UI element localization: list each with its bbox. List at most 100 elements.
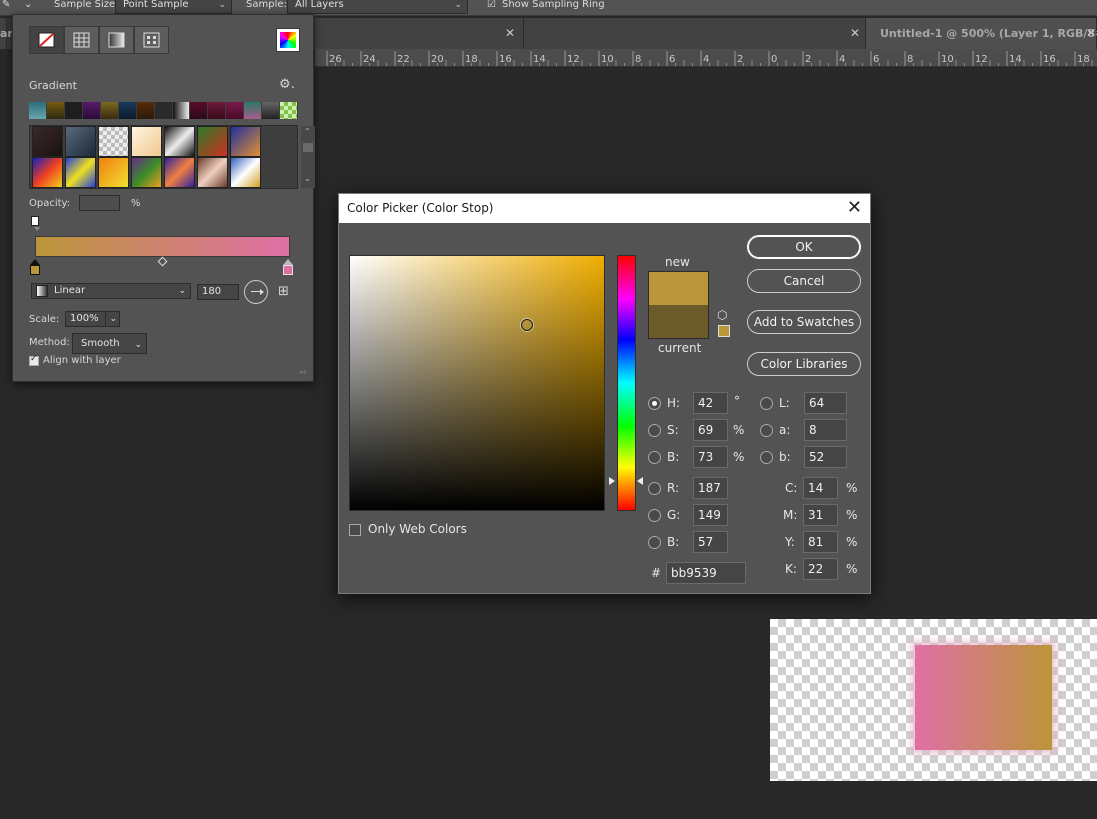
gear-icon[interactable]: ⚙․ (279, 77, 295, 92)
recent-gradient-swatch[interactable] (46, 102, 65, 119)
solid-color-button[interactable] (29, 26, 64, 54)
sample-size-select[interactable]: Point Sample ⌄ (115, 0, 232, 14)
preset-gradient[interactable] (197, 126, 228, 157)
recent-gradient-swatch[interactable] (280, 102, 299, 119)
tab-document-2[interactable]: ✕ (315, 18, 524, 49)
cyan-field[interactable]: 14 (803, 477, 838, 499)
red-field[interactable]: 187 (693, 477, 728, 499)
preset-gradient[interactable] (131, 157, 162, 188)
recent-gradient-swatch[interactable] (244, 102, 263, 119)
tab-arc[interactable]: arc (0, 18, 19, 49)
magenta-field[interactable]: 31 (803, 504, 838, 526)
preset-gradient[interactable] (32, 126, 63, 157)
yellow-field[interactable]: 81 (803, 531, 838, 553)
chevron-up-icon[interactable]: ⌃ (304, 127, 311, 136)
method-select[interactable]: Smooth ⌄ (72, 333, 147, 354)
preset-gradient[interactable] (197, 157, 228, 188)
current-color-swatch[interactable] (648, 305, 709, 339)
preset-gradient[interactable] (65, 126, 96, 157)
preset-gradient[interactable] (131, 126, 162, 157)
document-canvas[interactable] (770, 619, 1097, 781)
green-field[interactable]: 149 (693, 504, 728, 526)
tab-document-3[interactable]: ✕ (524, 18, 866, 49)
saturation-field[interactable]: 69 (693, 419, 728, 441)
brightness-field[interactable]: 73 (693, 446, 728, 468)
green-radio[interactable] (648, 509, 661, 522)
reverse-gradient-icon[interactable]: ⊞ (278, 284, 289, 299)
recent-gradient-swatch[interactable] (172, 102, 191, 119)
pattern-button[interactable] (134, 26, 169, 54)
recent-gradient-swatch[interactable] (226, 102, 245, 119)
pattern-grid-button[interactable] (64, 26, 99, 54)
out-of-gamut-cube-icon[interactable]: ⬡ (717, 308, 727, 322)
hex-field[interactable]: bb9539 (666, 562, 746, 584)
saturation-brightness-field[interactable] (349, 255, 605, 511)
lab-b-field[interactable]: 52 (804, 446, 847, 468)
angle-field[interactable]: 180 (197, 284, 239, 300)
hue-field[interactable]: 42 (693, 392, 728, 414)
hue-radio[interactable] (648, 397, 661, 410)
close-icon[interactable]: ✕ (847, 197, 862, 218)
saturation-radio[interactable] (648, 424, 661, 437)
recent-gradient-swatch[interactable] (64, 102, 83, 119)
color-picker-swatch-button[interactable] (276, 28, 300, 52)
presets-scrollbar[interactable]: ⌃ ⌄ (301, 126, 315, 188)
preset-gradient[interactable] (65, 157, 96, 188)
recent-gradient-swatch[interactable] (82, 102, 101, 119)
gradient-type-button[interactable] (99, 26, 134, 54)
recent-gradient-swatch[interactable] (208, 102, 227, 119)
opacity-field[interactable] (79, 195, 120, 211)
hue-slider-right-arrow[interactable] (637, 477, 643, 486)
tab-untitled-1[interactable]: Untitled-1 @ 500% (Layer 1, RGB/8#) * ✕ (866, 18, 1097, 49)
close-icon[interactable]: ✕ (505, 26, 515, 40)
midpoint-diamond-icon[interactable] (157, 256, 168, 267)
lab-b-radio[interactable] (760, 451, 773, 464)
color-stop-right[interactable] (283, 265, 293, 275)
tool-preset-chevron-icon[interactable]: ⌄ (24, 0, 32, 14)
color-libraries-button[interactable]: Color Libraries (747, 352, 861, 376)
lab-a-field[interactable]: 8 (804, 419, 847, 441)
sample-select[interactable]: All Layers ⌄ (287, 0, 468, 14)
show-sampling-ring-checkbox[interactable]: ☑ (487, 0, 496, 14)
lab-l-radio[interactable] (760, 397, 773, 410)
color-stop-left[interactable] (30, 265, 40, 275)
only-web-colors-checkbox[interactable] (349, 524, 361, 536)
recent-gradient-swatch[interactable] (29, 102, 47, 119)
eyedropper-icon[interactable]: ✎ (2, 0, 10, 14)
recent-gradient-swatch[interactable] (190, 102, 209, 119)
recent-gradient-swatch[interactable] (100, 102, 119, 119)
align-with-layer-checkbox[interactable]: ✓ (29, 354, 39, 366)
close-icon[interactable]: ✕ (850, 26, 860, 40)
brightness-radio[interactable] (648, 451, 661, 464)
preset-gradient[interactable] (230, 126, 261, 157)
gamut-color-swatch[interactable] (718, 325, 730, 337)
gradient-bar[interactable] (35, 236, 290, 257)
preset-gradient[interactable] (230, 157, 261, 188)
close-icon[interactable]: ✕ (1086, 26, 1096, 40)
add-to-swatches-button[interactable]: Add to Swatches (747, 310, 861, 334)
opacity-stop-left[interactable] (31, 216, 39, 226)
cancel-button[interactable]: Cancel (747, 269, 861, 293)
blue-radio[interactable] (648, 536, 661, 549)
resize-grip-icon[interactable]: ⇿ (299, 368, 307, 378)
gradient-style-select[interactable]: Linear ⌄ (31, 283, 191, 299)
preset-gradient[interactable] (98, 126, 129, 157)
lab-l-field[interactable]: 64 (804, 392, 847, 414)
recent-gradient-swatch[interactable] (136, 102, 155, 119)
recent-gradient-swatch[interactable] (118, 102, 137, 119)
scale-select[interactable]: 100% ⌄ (65, 311, 120, 327)
hue-slider[interactable] (617, 255, 636, 511)
preset-gradient[interactable] (98, 157, 129, 188)
color-marker[interactable] (520, 319, 533, 332)
preset-gradient[interactable] (164, 157, 195, 188)
lab-a-radio[interactable] (760, 424, 773, 437)
chevron-down-icon[interactable]: ⌄ (304, 174, 311, 183)
angle-dial-icon[interactable] (244, 280, 268, 304)
hue-slider-left-arrow[interactable] (609, 477, 615, 486)
red-radio[interactable] (648, 482, 661, 495)
blue-field[interactable]: 57 (693, 531, 728, 553)
ok-button[interactable]: OK (747, 235, 861, 259)
preset-gradient[interactable] (164, 126, 195, 157)
black-field[interactable]: 22 (803, 558, 838, 580)
preset-gradient[interactable] (32, 157, 63, 188)
